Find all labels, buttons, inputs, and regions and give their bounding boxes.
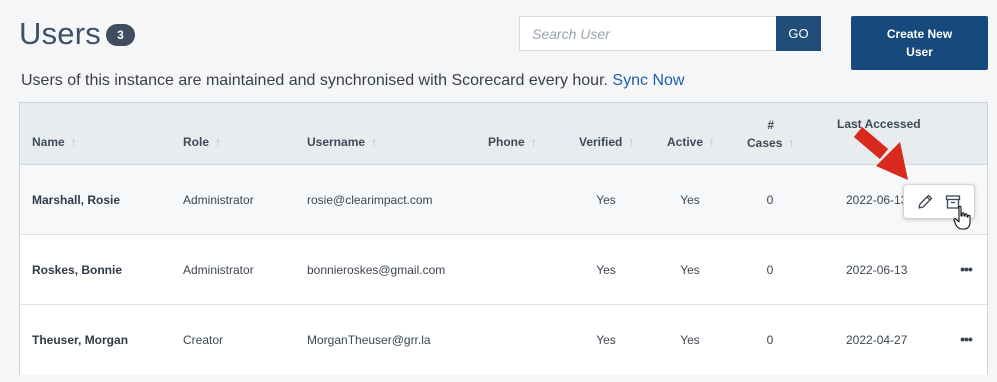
create-new-user-button[interactable]: Create New User <box>851 16 988 70</box>
user-cases: 0 <box>766 333 774 347</box>
table-row[interactable]: Marshall, Rosie Administrator rosie@clea… <box>20 165 987 235</box>
user-username: bonnieroskes@gmail.com <box>307 263 446 277</box>
column-header-verified[interactable]: Verified ↑ <box>579 135 634 149</box>
user-name[interactable]: Marshall, Rosie <box>32 165 120 235</box>
user-active: Yes <box>680 263 700 277</box>
user-username: MorganTheuser@grr.la <box>307 333 431 347</box>
column-role-label: Role <box>183 135 210 149</box>
user-count-badge: 3 <box>106 24 135 46</box>
user-last-accessed: 2022-04-27 <box>846 333 908 347</box>
sort-icon[interactable]: ↑ <box>71 135 77 149</box>
user-role: Administrator <box>183 193 254 207</box>
page-title: Users <box>19 16 101 51</box>
sort-icon[interactable]: ↑ <box>215 135 221 149</box>
sort-icon[interactable]: ↑ <box>709 135 715 149</box>
column-active-label: Active <box>667 135 704 149</box>
sync-description-text: Users of this instance are maintained an… <box>21 72 608 89</box>
column-header-role[interactable]: Role ↑ <box>183 135 221 149</box>
column-header-phone[interactable]: Phone ↑ <box>488 135 537 149</box>
table-header: Name ↑ Role ↑ Username ↑ Phone ↑ Verified ↑ A… <box>20 103 987 165</box>
sync-now-link[interactable]: Sync Now <box>612 72 684 89</box>
go-button[interactable]: GO <box>776 16 821 51</box>
column-verified-label: Verified <box>579 135 623 149</box>
column-header-name[interactable]: Name ↑ <box>32 135 77 149</box>
user-cases: 0 <box>766 193 774 207</box>
user-role: Creator <box>183 333 224 347</box>
users-table: Name ↑ Role ↑ Username ↑ Phone ↑ Verified ↑ A… <box>19 102 988 375</box>
column-name-label: Name <box>32 135 65 149</box>
column-header-username[interactable]: Username ↑ <box>307 135 377 149</box>
column-header-cases[interactable]: # Cases ↑ <box>747 116 794 152</box>
table-row[interactable]: Roskes, Bonnie Administrator bonnieroske… <box>20 235 987 305</box>
user-name[interactable]: Roskes, Bonnie <box>32 235 122 305</box>
annotation-arrow-icon <box>853 127 908 180</box>
user-username: rosie@clearimpact.com <box>307 193 433 207</box>
column-cases-label-hash: # <box>767 118 775 132</box>
user-active: Yes <box>680 333 700 347</box>
pencil-icon[interactable] <box>916 193 934 211</box>
user-verified: Yes <box>596 263 616 277</box>
user-cases: 0 <box>766 263 774 277</box>
column-username-label: Username <box>307 135 366 149</box>
user-last-accessed: 2022-06-13 <box>846 263 908 277</box>
sort-icon[interactable]: ↑ <box>531 135 537 149</box>
column-cases-label: Cases <box>747 136 783 150</box>
row-actions-more-button[interactable]: ••• <box>957 262 975 276</box>
row-actions-more-button[interactable]: ••• <box>957 332 975 346</box>
column-header-active[interactable]: Active ↑ <box>667 135 715 149</box>
user-verified: Yes <box>596 333 616 347</box>
sort-icon[interactable]: ↑ <box>788 136 794 150</box>
search-input[interactable] <box>519 16 777 51</box>
user-verified: Yes <box>596 193 616 207</box>
sort-icon[interactable]: ↑ <box>628 135 634 149</box>
hand-cursor-icon <box>953 205 971 230</box>
column-phone-label: Phone <box>488 135 525 149</box>
table-row[interactable]: Theuser, Morgan Creator MorganTheuser@gr… <box>20 305 987 375</box>
user-name[interactable]: Theuser, Morgan <box>32 305 128 375</box>
sort-icon[interactable]: ↑ <box>371 135 377 149</box>
sync-description: Users of this instance are maintained an… <box>21 72 684 90</box>
user-active: Yes <box>680 193 700 207</box>
user-role: Administrator <box>183 263 254 277</box>
